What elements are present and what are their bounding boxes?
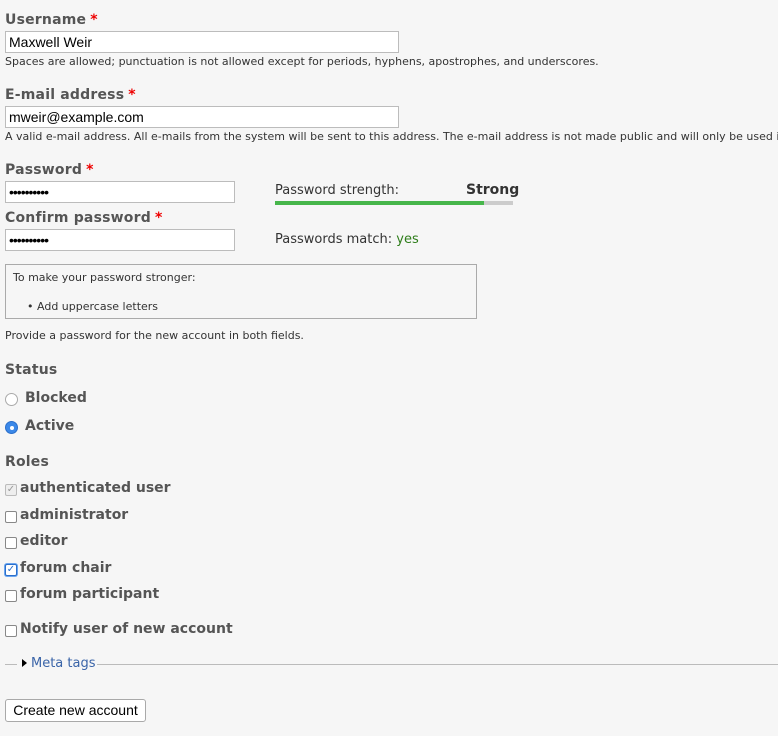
required-marker: * (90, 12, 98, 28)
roles-label: Roles (5, 454, 50, 470)
required-marker: * (154, 210, 163, 226)
role-editor-checkbox[interactable] (5, 537, 17, 549)
confirm-password-label-text: Confirm password (5, 210, 151, 226)
username-label: Username * (5, 12, 98, 28)
password-description: Provide a password for the new account i… (5, 329, 304, 342)
checkmark-icon: ✓ (6, 564, 16, 575)
required-marker: * (86, 162, 94, 178)
bullet-icon: • (27, 300, 34, 313)
username-description: Spaces are allowed; punctuation is not a… (5, 55, 599, 68)
passwords-match-value: yes (396, 232, 419, 247)
required-marker: * (128, 87, 136, 103)
collapse-triangle-icon[interactable] (22, 659, 27, 667)
role-editor-label[interactable]: editor (20, 533, 68, 549)
checkmark-icon: ✓ (6, 484, 16, 495)
email-label: E-mail address * (5, 87, 136, 103)
create-new-account-button[interactable]: Create new account (5, 699, 146, 722)
password-label-text: Password (5, 162, 83, 178)
passwords-match-label: Passwords match: (275, 232, 393, 247)
password-label: Password * (5, 162, 94, 178)
username-label-text: Username (5, 12, 87, 28)
status-active-radio[interactable] (5, 421, 18, 434)
email-description: A valid e-mail address. All e-mails from… (5, 130, 778, 143)
passwords-match: Passwords match: yes (275, 232, 419, 247)
meta-tags-toggle[interactable]: Meta tags (31, 656, 96, 671)
notify-user-checkbox[interactable] (5, 625, 17, 637)
email-input[interactable] (5, 106, 399, 128)
role-forum-chair-label[interactable]: forum chair (20, 560, 111, 576)
password-strength-value: Strong (466, 182, 520, 198)
role-forum-participant-label[interactable]: forum participant (20, 586, 159, 602)
role-administrator-label[interactable]: administrator (20, 507, 128, 523)
password-strength-label: Password strength: (275, 183, 399, 198)
fieldset-border-left (5, 664, 17, 665)
password-input[interactable]: •••••••••• (5, 181, 235, 203)
suggestion-text: Add uppercase letters (37, 300, 159, 313)
confirm-password-input[interactable]: •••••••••• (5, 229, 235, 251)
notify-user-label[interactable]: Notify user of new account (20, 621, 233, 637)
role-authenticated-user-checkbox: ✓ (5, 484, 17, 496)
role-forum-participant-checkbox[interactable] (5, 590, 17, 602)
fieldset-border-right (97, 664, 778, 665)
status-active-label[interactable]: Active (25, 418, 74, 434)
username-input[interactable] (5, 31, 399, 53)
role-administrator-checkbox[interactable] (5, 511, 17, 523)
password-suggestions: To make your password stronger: • Add up… (5, 264, 477, 319)
role-authenticated-user-label: authenticated user (20, 480, 171, 496)
confirm-password-label: Confirm password * (5, 210, 162, 226)
password-suggestions-title: To make your password stronger: (13, 271, 196, 284)
suggestion-item: • Add uppercase letters (27, 300, 159, 313)
password-strength-fill (275, 201, 485, 205)
status-blocked-label[interactable]: Blocked (25, 390, 87, 406)
email-label-text: E-mail address (5, 87, 125, 103)
role-forum-chair-checkbox[interactable]: ✓ (5, 564, 17, 576)
status-label: Status (5, 362, 58, 378)
password-strength-meter (275, 201, 513, 205)
status-blocked-radio[interactable] (5, 393, 18, 406)
